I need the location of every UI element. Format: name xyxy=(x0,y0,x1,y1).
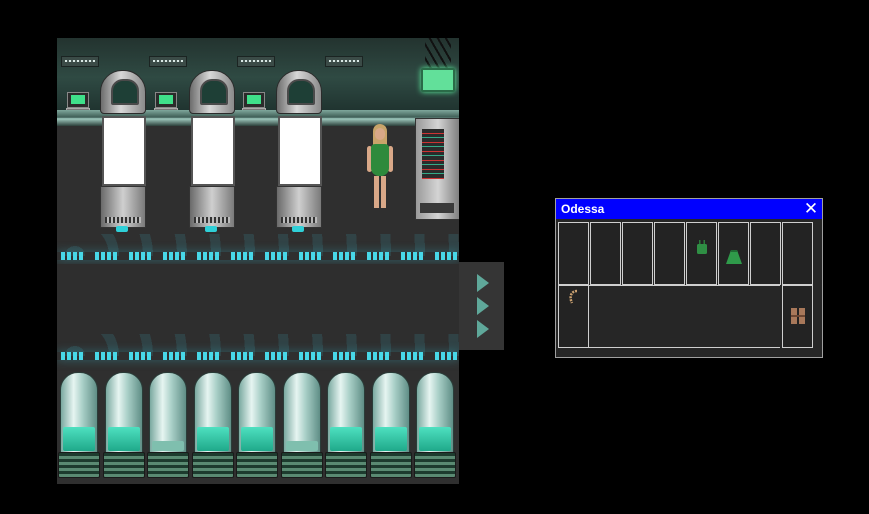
close-icon[interactable]: ✕ xyxy=(803,199,819,219)
cryo-tube[interactable] xyxy=(191,372,234,478)
tube-glass xyxy=(416,372,454,454)
cryo-tube[interactable] xyxy=(280,372,323,478)
cryo-tube[interactable] xyxy=(147,372,189,478)
pod-light-icon xyxy=(205,226,217,232)
pod-light-icon xyxy=(292,226,304,232)
tube-base xyxy=(280,452,323,478)
green-skirt-icon[interactable] xyxy=(726,250,742,264)
cryo-tube[interactable] xyxy=(369,372,412,478)
bracelet-icon[interactable] xyxy=(567,289,581,305)
cryo-tube[interactable] xyxy=(58,372,100,478)
pod-screen xyxy=(278,116,322,186)
inventory-titlebar[interactable]: Odessa ✕ xyxy=(556,199,822,219)
tube-glass xyxy=(371,372,410,454)
stasis-pod[interactable] xyxy=(276,70,322,234)
inventory-slot[interactable] xyxy=(750,222,781,285)
inventory-slot[interactable] xyxy=(558,285,589,348)
scroll-panel xyxy=(459,262,504,350)
tube-glass xyxy=(282,372,321,454)
inventory-slot[interactable] xyxy=(686,222,717,285)
ceiling-light-icon xyxy=(237,56,275,67)
ceiling-light-icon xyxy=(325,56,363,67)
right-arrow-icon[interactable] xyxy=(477,320,489,338)
inventory-empty-area xyxy=(589,285,780,348)
inventory-slot[interactable] xyxy=(622,222,653,285)
inventory-slot[interactable] xyxy=(590,222,621,285)
character-leg xyxy=(381,176,386,208)
right-arrow-icon[interactable] xyxy=(477,297,489,315)
monitor-icon xyxy=(67,92,89,108)
cryo-tube[interactable] xyxy=(102,372,145,478)
tube-glass xyxy=(104,372,143,454)
pod-screen xyxy=(102,116,146,186)
pod-base xyxy=(276,186,322,228)
tube-glass xyxy=(238,372,276,454)
exit-sign-icon xyxy=(421,68,455,92)
pod-hood xyxy=(189,70,235,114)
pod-hood xyxy=(276,70,322,114)
tube-base xyxy=(147,452,189,478)
tube-base xyxy=(325,452,367,478)
right-arrow-icon[interactable] xyxy=(477,274,489,292)
cryo-tube[interactable] xyxy=(236,372,278,478)
inventory-window: Odessa ✕ xyxy=(555,198,823,358)
character-leg xyxy=(374,176,379,208)
inventory-slot[interactable] xyxy=(782,285,813,348)
ceiling-light-icon xyxy=(61,56,99,67)
inventory-slot[interactable] xyxy=(782,222,813,285)
tube-base xyxy=(191,452,234,478)
inventory-slot[interactable] xyxy=(718,222,749,285)
tube-base xyxy=(414,452,456,478)
tube-base xyxy=(369,452,412,478)
inventory-title: Odessa xyxy=(561,202,605,216)
stasis-pod[interactable] xyxy=(189,70,235,234)
stasis-pod[interactable] xyxy=(100,70,146,234)
tube-glass xyxy=(149,372,187,454)
pod-base xyxy=(100,186,146,228)
tube-glass xyxy=(193,372,232,454)
inventory-slot[interactable] xyxy=(654,222,685,285)
game-scene[interactable] xyxy=(57,38,459,484)
player-character[interactable] xyxy=(365,124,395,210)
floor-light-strip xyxy=(57,352,459,360)
character-dress xyxy=(371,144,389,176)
ceiling-light-icon xyxy=(149,56,187,67)
hanging-cables xyxy=(425,38,451,70)
tube-glass xyxy=(327,372,365,454)
inventory-slot[interactable] xyxy=(558,222,589,285)
cryo-tube[interactable] xyxy=(325,372,367,478)
green-top-icon[interactable] xyxy=(696,240,708,254)
floor-light-strip xyxy=(57,252,459,260)
character-face xyxy=(375,128,385,140)
pod-screen xyxy=(191,116,235,186)
tube-base xyxy=(102,452,145,478)
monitor-icon xyxy=(243,92,265,108)
brown-shoes-icon[interactable] xyxy=(791,308,805,324)
cryo-tube[interactable] xyxy=(414,372,456,478)
pod-base xyxy=(189,186,235,228)
tube-base xyxy=(58,452,100,478)
pod-hood xyxy=(100,70,146,114)
wall-computer-console[interactable] xyxy=(415,118,459,220)
monitor-icon xyxy=(155,92,177,108)
tube-base xyxy=(236,452,278,478)
pod-light-icon xyxy=(116,226,128,232)
tube-glass xyxy=(60,372,98,454)
